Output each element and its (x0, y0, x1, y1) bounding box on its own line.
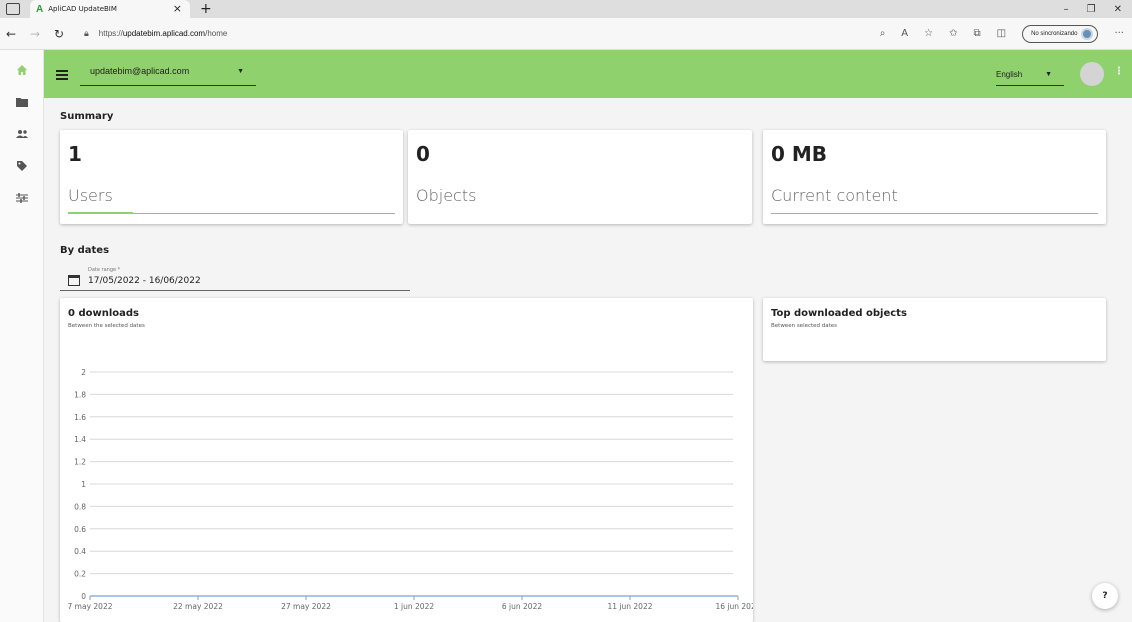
minimize-icon[interactable]: – (1064, 4, 1069, 15)
y-tick-label: 0.6 (74, 525, 86, 534)
app-logo-icon: A (36, 3, 44, 15)
app-header: updatebim@aplicad.com ▼ English ▼ ⋮ (44, 50, 1132, 98)
y-tick-label: 1.4 (74, 435, 86, 444)
close-tab-icon[interactable]: × (173, 2, 182, 15)
date-range-value: 17/05/2022 - 16/06/2022 (88, 276, 201, 286)
y-tick-label: 1.2 (74, 458, 86, 467)
y-tick-label: 1.6 (74, 413, 86, 422)
top-objects-title: Top downloaded objects (771, 308, 907, 319)
back-icon[interactable]: ← (2, 27, 20, 41)
browser-tab-strip: A ApliCAD UpdateBIM × + – ❐ ✕ (0, 0, 1132, 18)
date-range-field[interactable]: Date range * 17/05/2022 - 16/06/2022 (60, 263, 410, 291)
x-tick-label: 6 jun 2022 (502, 602, 542, 611)
help-button[interactable]: ? (1092, 583, 1118, 609)
filters-icon[interactable] (14, 190, 30, 206)
profile-avatar-icon (1081, 27, 1094, 40)
y-tick-label: 0.4 (74, 547, 86, 556)
top-objects-card: Top downloaded objects Between selected … (763, 298, 1106, 361)
y-tick-label: 0 (81, 592, 86, 601)
y-tick-label: 2 (81, 368, 86, 377)
y-tick-label: 0.2 (74, 570, 86, 579)
app-sidebar (0, 50, 44, 622)
stat-value: 0 MB (771, 142, 828, 166)
url-path: /home (205, 29, 228, 38)
stat-progress (771, 213, 1098, 214)
avatar[interactable] (1080, 62, 1104, 86)
sync-button[interactable]: No sincronizando (1022, 24, 1099, 43)
y-tick-label: 1.8 (74, 390, 86, 399)
sync-label: No sincronizando (1031, 30, 1078, 37)
read-aloud-icon[interactable]: A (901, 28, 908, 39)
forward-icon[interactable]: → (26, 27, 44, 41)
users-icon[interactable] (14, 126, 30, 142)
date-range-label: Date range * (88, 267, 121, 273)
favorites-icon[interactable]: ✩ (949, 28, 957, 39)
top-objects-subtitle: Between selected dates (771, 323, 838, 329)
stat-label: Objects (416, 186, 477, 205)
user-email: updatebim@aplicad.com (90, 66, 190, 76)
objects-stat-card: 0 Objects (408, 130, 752, 224)
y-tick-label: 0.8 (74, 502, 86, 511)
chevron-down-icon: ▼ (237, 68, 244, 75)
tag-icon[interactable] (14, 158, 30, 174)
new-tab-button[interactable]: + (200, 1, 212, 17)
downloads-chart: 2 1.8 1.6 1.4 1.2 1 0.8 0.6 0.4 0.2 07 may 2022 22 … (68, 368, 754, 611)
user-select[interactable]: updatebim@aplicad.com ▼ (80, 64, 256, 86)
tab-title: ApliCAD UpdateBIM (48, 5, 117, 13)
url-prefix: https:// (98, 29, 123, 38)
language-select[interactable]: English ▼ (996, 66, 1064, 86)
browser-tab[interactable]: A ApliCAD UpdateBIM × (30, 0, 190, 18)
stat-value: 1 (68, 142, 82, 166)
stat-progress (68, 212, 395, 214)
hamburger-menu-icon[interactable] (56, 70, 68, 80)
add-favorite-icon[interactable]: ☆ (924, 28, 933, 39)
kebab-menu-icon[interactable]: ⋮ (1114, 66, 1124, 77)
language-value: English (996, 70, 1023, 79)
stat-progress-fill (68, 212, 134, 214)
chevron-down-icon: ▼ (1045, 71, 1052, 78)
calendar-icon[interactable] (68, 275, 80, 286)
more-options-icon[interactable]: ··· (1114, 28, 1124, 39)
collections-icon[interactable]: ⧉ (974, 28, 981, 39)
stat-label: Current content (771, 186, 898, 205)
lock-icon: 🔒︎ (84, 28, 89, 38)
refresh-icon[interactable]: ↻ (50, 27, 68, 41)
users-stat-card: 1 Users (60, 130, 403, 224)
close-window-icon[interactable]: ✕ (1114, 4, 1122, 15)
x-tick-label: 11 jun 2022 (608, 602, 653, 611)
summary-title: Summary (60, 111, 114, 122)
url-field[interactable]: 🔒︎ https://updatebim.aplicad.com/home (84, 28, 227, 39)
extensions-icon[interactable]: ◫ (997, 28, 1006, 39)
restore-icon[interactable]: ❐ (1087, 4, 1096, 15)
by-dates-title: By dates (60, 245, 110, 256)
x-tick-label: 16 jun 2022 (716, 602, 754, 611)
y-tick-label: 1 (81, 480, 86, 489)
downloads-card: 0 downloads Between the selected dates 2… (60, 298, 753, 622)
folder-icon[interactable] (14, 94, 30, 110)
stat-value: 0 (416, 142, 430, 166)
tab-actions-icon[interactable] (6, 3, 20, 15)
x-tick-label: 22 may 2022 (173, 602, 223, 611)
stat-label: Users (68, 186, 113, 205)
x-tick-label: 27 may 2022 (281, 602, 331, 611)
x-tick-label: 1 jun 2022 (394, 602, 434, 611)
url-host: updatebim.aplicad.com (122, 29, 206, 38)
address-bar: ← → ↻ 🔒︎ https://updatebim.aplicad.com/h… (0, 18, 1132, 50)
content-stat-card: 0 MB Current content (763, 130, 1106, 224)
x-tick-label: 7 may 2022 (68, 602, 113, 611)
search-icon[interactable]: ⌕ (880, 28, 886, 39)
home-icon[interactable] (14, 62, 30, 78)
